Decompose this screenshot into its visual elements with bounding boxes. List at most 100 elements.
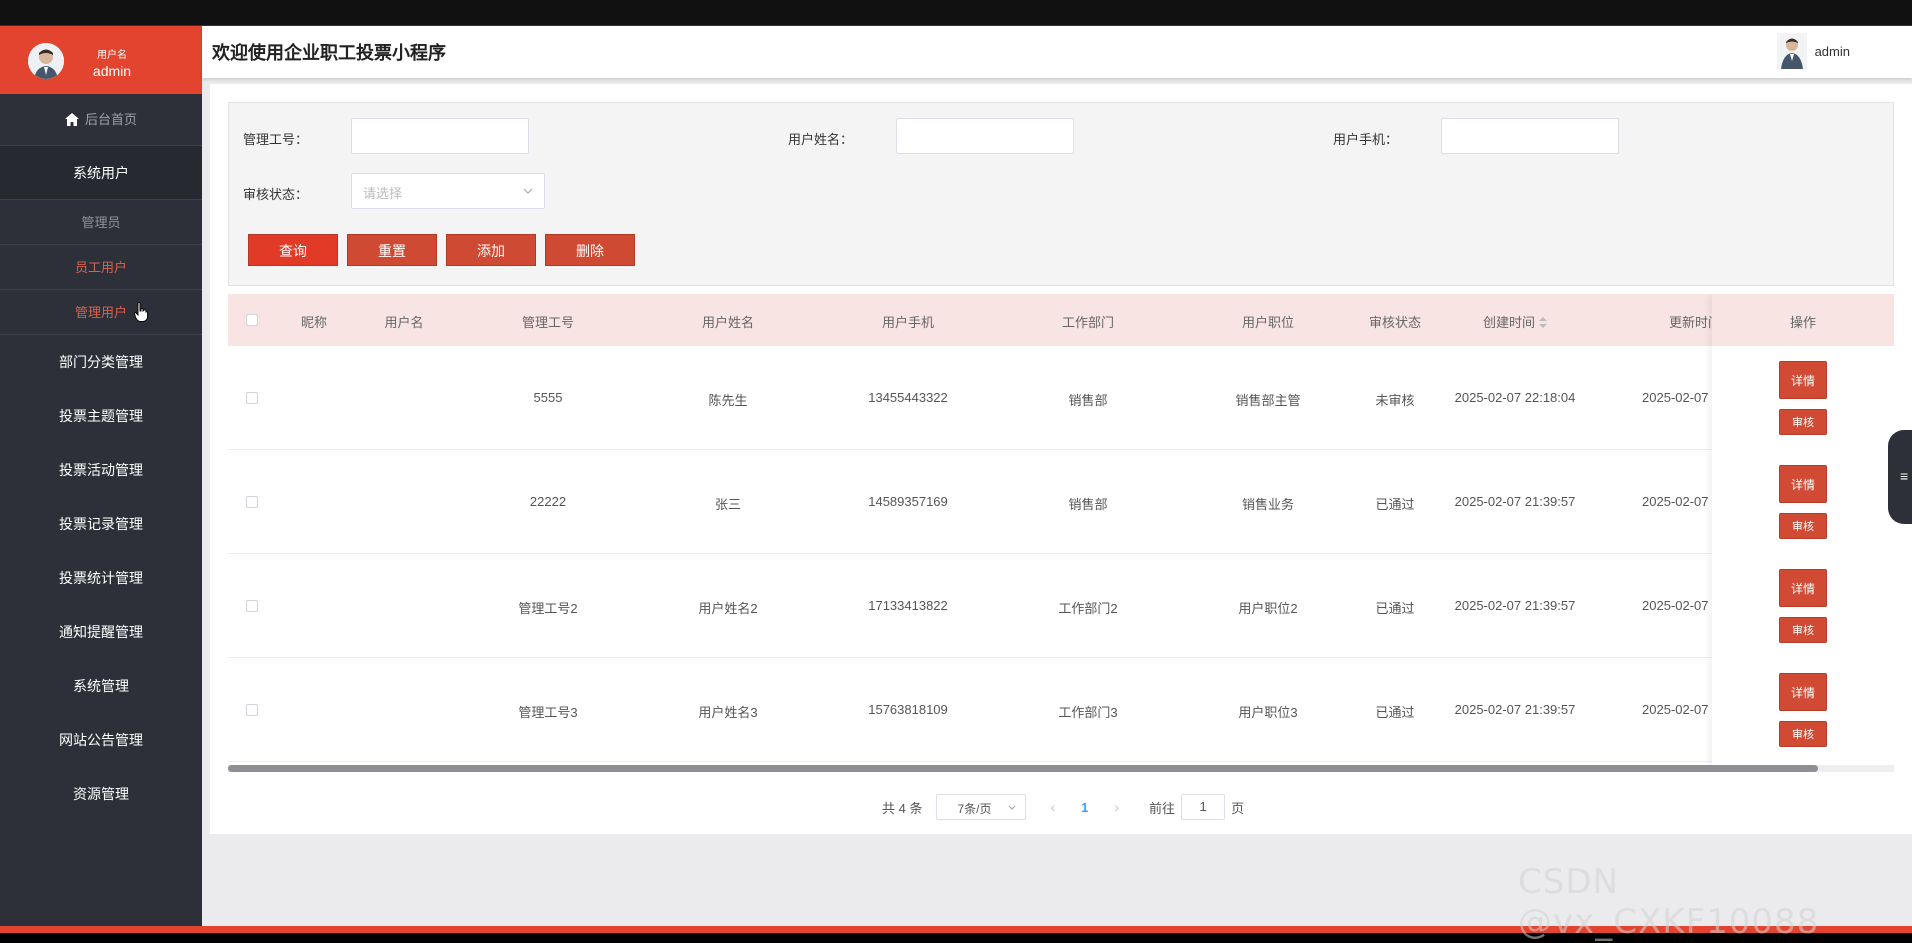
cell-updated-at: 2025-02-07 2 bbox=[1642, 702, 1720, 717]
audit-button[interactable]: 审核 bbox=[1779, 513, 1827, 539]
detail-button[interactable]: 详情 bbox=[1779, 673, 1827, 711]
screen: 用户名 admin 后台首页 系统用户 管理员 员工用户 管理用户 部门分类管理… bbox=[0, 0, 1912, 943]
query-button[interactable]: 查询 bbox=[248, 234, 338, 266]
sidebar-item-vote-topic[interactable]: 投票主题管理 bbox=[0, 389, 202, 443]
main-content: 管理工号： 用户姓名： 用户手机： 审核状态： 请选择 查询 重置 添加 删除 bbox=[210, 84, 1912, 834]
home-icon bbox=[64, 113, 79, 126]
sidebar-item-vote-record[interactable]: 投票记录管理 bbox=[0, 497, 202, 551]
goto-page-input[interactable]: 1 bbox=[1181, 794, 1226, 820]
sidebar-item-admin[interactable]: 管理员 bbox=[0, 200, 202, 245]
next-page-icon[interactable]: › bbox=[1114, 799, 1119, 815]
col-actions: 操作 bbox=[1789, 315, 1817, 330]
select-placeholder: 请选择 bbox=[363, 186, 403, 201]
sidebar-home-label: 后台首页 bbox=[84, 112, 137, 127]
row-checkbox[interactable] bbox=[246, 704, 258, 716]
cell-user-name: 陈先生 bbox=[708, 393, 748, 408]
row-checkbox[interactable] bbox=[246, 392, 258, 404]
sidebar-item-vote-activity[interactable]: 投票活动管理 bbox=[0, 443, 202, 497]
cell-department: 销售部 bbox=[1068, 497, 1108, 512]
cell-department: 销售部 bbox=[1068, 393, 1108, 408]
table-header: 昵称 用户名 管理工号 用户姓名 用户手机 工作部门 用户职位 审核状态 创建时… bbox=[228, 294, 1894, 346]
side-drawer-handle[interactable]: ≡ bbox=[1888, 430, 1912, 524]
page-number-current[interactable]: 1 bbox=[1081, 800, 1088, 815]
header-user[interactable]: admin bbox=[1776, 31, 1850, 71]
pagination: 共 4 条 7条/页 ‹ 1 › 前往 1 页 bbox=[882, 794, 1244, 820]
label-manager-no: 管理工号： bbox=[243, 132, 309, 147]
audit-button[interactable]: 审核 bbox=[1779, 409, 1827, 435]
goto-suffix: 页 bbox=[1231, 800, 1245, 816]
col-user-phone: 用户手机 bbox=[881, 315, 935, 330]
chevron-down-icon bbox=[523, 188, 533, 194]
sort-icon[interactable] bbox=[1539, 317, 1548, 328]
cell-user-name: 张三 bbox=[714, 497, 742, 512]
cell-user-phone: 14589357169 bbox=[868, 494, 948, 509]
delete-button[interactable]: 删除 bbox=[545, 234, 635, 266]
sidebar-item-employee-users[interactable]: 员工用户 bbox=[0, 245, 202, 290]
sidebar: 用户名 admin 后台首页 系统用户 管理员 员工用户 管理用户 部门分类管理… bbox=[0, 26, 202, 926]
label-audit-status: 审核状态： bbox=[243, 187, 309, 202]
watermark: CSDN @vx_CXKF10088 bbox=[1518, 862, 1820, 942]
cell-created-at: 2025-02-07 21:39:57 bbox=[1454, 598, 1576, 613]
cell-user-phone: 15763818109 bbox=[868, 702, 948, 717]
prev-page-icon[interactable]: ‹ bbox=[1050, 799, 1055, 815]
col-department: 工作部门 bbox=[1061, 315, 1115, 330]
audit-button[interactable]: 审核 bbox=[1779, 617, 1827, 643]
cell-position: 销售部主管 bbox=[1235, 393, 1301, 408]
top-bar bbox=[0, 0, 1912, 26]
cell-audit-status: 已通过 bbox=[1375, 601, 1415, 616]
add-button[interactable]: 添加 bbox=[446, 234, 536, 266]
data-table: 昵称 用户名 管理工号 用户姓名 用户手机 工作部门 用户职位 审核状态 创建时… bbox=[228, 294, 1894, 772]
sidebar-group-system-users[interactable]: 系统用户 bbox=[0, 146, 202, 200]
action-column: 操作 详情 审核 详情 审核 详情 审核 详情 审核 bbox=[1712, 294, 1894, 772]
cell-manager-no: 管理工号3 bbox=[518, 705, 578, 720]
horizontal-scrollbar[interactable] bbox=[228, 765, 1894, 772]
col-manager-no: 管理工号 bbox=[521, 315, 575, 330]
app-window: 用户名 admin 后台首页 系统用户 管理员 员工用户 管理用户 部门分类管理… bbox=[0, 26, 1912, 926]
sidebar-user: 用户名 admin bbox=[0, 26, 202, 94]
user-name-input[interactable] bbox=[896, 118, 1074, 154]
audit-status-select[interactable]: 请选择 bbox=[351, 173, 545, 209]
table-row: 22222 张三 14589357169 销售部 销售业务 已通过 2025-0… bbox=[228, 450, 1894, 554]
sidebar-item-notification[interactable]: 通知提醒管理 bbox=[0, 605, 202, 659]
col-position: 用户职位 bbox=[1241, 315, 1295, 330]
pager-total: 共 4 条 bbox=[882, 800, 923, 816]
sidebar-item-vote-stats[interactable]: 投票统计管理 bbox=[0, 551, 202, 605]
detail-button[interactable]: 详情 bbox=[1779, 465, 1827, 503]
cell-manager-no: 5555 bbox=[533, 390, 563, 405]
cell-created-at: 2025-02-07 22:18:04 bbox=[1454, 390, 1576, 405]
reset-button[interactable]: 重置 bbox=[347, 234, 437, 266]
select-all-checkbox[interactable] bbox=[246, 314, 258, 326]
col-nickname: 昵称 bbox=[300, 315, 328, 330]
detail-button[interactable]: 详情 bbox=[1779, 361, 1827, 399]
scrollbar-thumb[interactable] bbox=[228, 765, 1818, 772]
table-row: 管理工号3 用户姓名3 15763818109 工作部门3 用户职位3 已通过 … bbox=[228, 658, 1894, 762]
page-size-select[interactable]: 7条/页 bbox=[936, 794, 1027, 820]
user-phone-input[interactable] bbox=[1441, 118, 1619, 154]
sidebar-item-manager-users[interactable]: 管理用户 bbox=[0, 290, 202, 335]
col-created-at[interactable]: 创建时间 bbox=[1483, 312, 1548, 331]
cell-audit-status: 已通过 bbox=[1375, 705, 1415, 720]
sidebar-item-announcement[interactable]: 网站公告管理 bbox=[0, 713, 202, 767]
cell-created-at: 2025-02-07 21:39:57 bbox=[1454, 494, 1576, 509]
row-checkbox[interactable] bbox=[246, 600, 258, 612]
table-row: 管理工号2 用户姓名2 17133413822 工作部门2 用户职位2 已通过 … bbox=[228, 554, 1894, 658]
cell-updated-at: 2025-02-07 2 bbox=[1642, 598, 1720, 613]
cell-user-name: 用户姓名3 bbox=[698, 705, 758, 720]
page-title: 欢迎使用企业职工投票小程序 bbox=[212, 43, 446, 63]
cell-position: 用户职位3 bbox=[1238, 705, 1298, 720]
menu-icon: ≡ bbox=[1900, 468, 1909, 484]
sidebar-item-system[interactable]: 系统管理 bbox=[0, 659, 202, 713]
manager-no-input[interactable] bbox=[351, 118, 529, 154]
cell-updated-at: 2025-02-07 2 bbox=[1642, 494, 1720, 509]
detail-button[interactable]: 详情 bbox=[1779, 569, 1827, 607]
sidebar-item-department[interactable]: 部门分类管理 bbox=[0, 335, 202, 389]
avatar bbox=[1776, 33, 1807, 69]
audit-button[interactable]: 审核 bbox=[1779, 721, 1827, 747]
cell-user-phone: 17133413822 bbox=[868, 598, 948, 613]
row-checkbox[interactable] bbox=[246, 496, 258, 508]
sidebar-item-resource[interactable]: 资源管理 bbox=[0, 767, 202, 821]
user-name: admin bbox=[92, 63, 132, 79]
cell-manager-no: 管理工号2 bbox=[518, 601, 578, 616]
sidebar-item-home[interactable]: 后台首页 bbox=[0, 94, 202, 146]
avatar bbox=[28, 43, 64, 79]
